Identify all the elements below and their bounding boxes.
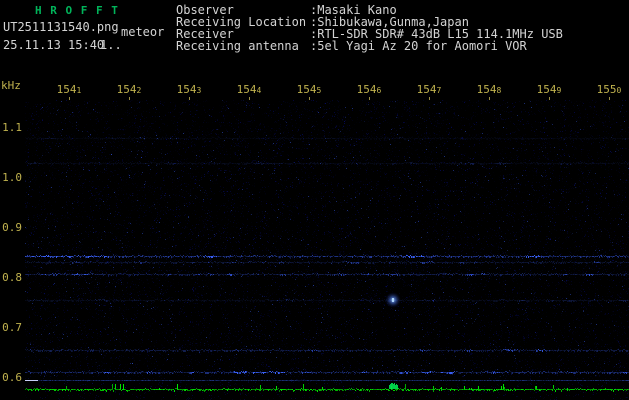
y-tick-label: 1.1 [2, 121, 22, 134]
y-tick-label: 1.0 [2, 171, 22, 184]
y-tick-label: 0.7 [2, 321, 22, 334]
x-tick-label: 1542 [116, 83, 142, 96]
app-title: H R O F F T [35, 4, 119, 17]
hrofft-output-image: H R O F F T UT2511131540.png meteor 25.1… [0, 0, 629, 400]
x-tick-label: 1550 [596, 83, 622, 96]
y-tick-label: 0.9 [2, 221, 22, 234]
info-label: Receiving antenna [176, 39, 299, 53]
x-tick-label: 1545 [296, 83, 322, 96]
info-value: :5el Yagi Az 20 for Aomori VOR [310, 39, 527, 53]
x-tick-label: 1549 [536, 83, 562, 96]
output-filename: UT2511131540.png [3, 20, 119, 34]
x-tick-label: 1548 [476, 83, 502, 96]
image-count-label: 1.. [100, 38, 122, 52]
x-tick-label: 1547 [416, 83, 442, 96]
y-tick-label: 0.6 [2, 371, 22, 384]
mode-label: meteor [121, 25, 165, 39]
x-tick-label: 1541 [56, 83, 82, 96]
x-tick-label: 1544 [236, 83, 262, 96]
noise-level-strip-canvas [25, 378, 629, 400]
y-tick-label: 0.8 [2, 271, 22, 284]
spectrogram-canvas [25, 100, 629, 377]
y-axis-unit-label: kHz [1, 79, 21, 92]
datetime-label: 25.11.13 15:40 [3, 38, 105, 52]
x-tick-label: 1543 [176, 83, 202, 96]
x-tick-label: 1546 [356, 83, 382, 96]
